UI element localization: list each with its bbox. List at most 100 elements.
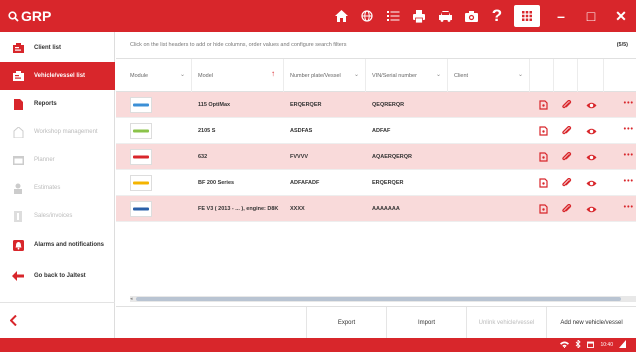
column-label: VIN/Serial number: [372, 73, 417, 79]
add-vehicle-button[interactable]: Add new vehicle/vessel: [546, 307, 636, 339]
import-button[interactable]: Import: [386, 307, 466, 339]
sidebar: Client list Vehicle/vessel list Reports …: [0, 32, 115, 338]
cell-plate: ADFAFADF: [290, 180, 320, 186]
sidebar-item-client-list[interactable]: Client list: [0, 34, 115, 62]
sidebar-item-label: Sales/invoices: [34, 212, 73, 219]
horizontal-scrollbar[interactable]: ◂: [130, 296, 636, 302]
home-icon[interactable]: [328, 0, 354, 32]
more-options-icon[interactable]: •••: [624, 126, 634, 133]
attachment-icon[interactable]: [560, 150, 574, 164]
list-hint: Click on the list headers to add or hide…: [130, 42, 347, 48]
cell-plate: ERQERQER: [290, 102, 322, 108]
cell-vin: QEQRERQR: [372, 102, 405, 108]
cell-vin: ADFAF: [372, 128, 391, 134]
workshop-icon: [12, 126, 24, 138]
view-icon[interactable]: [584, 202, 598, 216]
cell-model: FE V3 ( 2013 - ... ), engine: D8K: [198, 206, 279, 212]
column-label: Model: [198, 73, 213, 79]
arrow-left-icon: [12, 270, 24, 282]
module-logo: [130, 201, 152, 217]
list-icon[interactable]: [380, 0, 406, 32]
maximize-button[interactable]: □: [576, 0, 606, 32]
table-row[interactable]: FE V3 ( 2013 - ... ), engine: D8K XXXX AAA…: [116, 196, 636, 222]
sidebar-item-reports[interactable]: Reports: [0, 90, 115, 118]
module-logo: [130, 97, 152, 113]
attachment-icon[interactable]: [560, 98, 574, 112]
minimize-button[interactable]: –: [546, 0, 576, 32]
module-logo: [130, 175, 152, 191]
column-label: Client: [454, 73, 469, 79]
apps-grid-icon[interactable]: [514, 5, 540, 27]
column-header-client[interactable]: Client ⌄: [448, 59, 530, 93]
table-row[interactable]: 632 FVVVV AQAERQERQR •••: [116, 144, 636, 170]
battery-icon: [619, 340, 626, 350]
clock-time: 10:40: [600, 342, 613, 348]
attachment-icon[interactable]: [560, 202, 574, 216]
report-icon[interactable]: [536, 124, 550, 138]
table-row[interactable]: 115 OptiMax ERQERQER QEQRERQR •••: [116, 92, 636, 118]
sidebar-item-go-back[interactable]: Go back to Jaltest: [0, 262, 115, 290]
document-print-icon[interactable]: [406, 0, 432, 32]
view-icon[interactable]: [584, 98, 598, 112]
view-icon[interactable]: [584, 176, 598, 190]
table-row[interactable]: BF 200 Series ADFAFADF ERQERQER •••: [116, 170, 636, 196]
more-options-icon[interactable]: •••: [624, 100, 634, 107]
report-icon[interactable]: [536, 150, 550, 164]
more-options-icon[interactable]: •••: [624, 178, 634, 185]
report-icon[interactable]: [536, 202, 550, 216]
sidebar-item-label: Planner: [34, 156, 55, 163]
column-label: Module: [130, 73, 149, 79]
car-icon[interactable]: [432, 0, 458, 32]
cell-model: 2105 S: [198, 128, 216, 134]
scrollbar-thumb[interactable]: [136, 297, 621, 301]
client-list-icon: [12, 42, 24, 54]
sidebar-item-invoices: Sales/invoices: [0, 202, 115, 230]
chevron-left-icon: [10, 315, 17, 326]
record-count: (5/5): [616, 42, 628, 48]
sidebar-collapse-button[interactable]: [0, 302, 115, 338]
table-header: Module ⌄ Model ↑ Number plate/Vessel ⌄ V…: [116, 58, 636, 93]
view-icon[interactable]: [584, 150, 598, 164]
attachment-icon[interactable]: [560, 124, 574, 138]
chevron-down-icon: ⌄: [435, 72, 441, 78]
column-header-vin[interactable]: VIN/Serial number ⌄: [366, 59, 448, 93]
table-row[interactable]: 2105 S ASDFAS ADFAF •••: [116, 118, 636, 144]
globe-icon[interactable]: [354, 0, 380, 32]
report-icon[interactable]: [536, 98, 550, 112]
column-header-model[interactable]: Model ↑: [192, 59, 284, 93]
bottom-toolbar: Export Import Unlink vehicle/vessel Add …: [116, 306, 636, 339]
cell-plate: ASDFAS: [290, 128, 313, 134]
calendar-icon: [587, 341, 595, 350]
close-button[interactable]: ✕: [606, 0, 636, 32]
camera-icon[interactable]: [458, 0, 484, 32]
column-header-plate[interactable]: Number plate/Vessel ⌄: [284, 59, 366, 93]
cell-vin: AAAAAAA: [372, 206, 400, 212]
export-button[interactable]: Export: [306, 307, 386, 339]
view-icon[interactable]: [584, 124, 598, 138]
report-icon[interactable]: [536, 176, 550, 190]
more-options-icon[interactable]: •••: [624, 204, 634, 211]
status-bar: 10:40: [0, 338, 636, 352]
sidebar-item-label: Go back to Jaltest: [34, 272, 86, 279]
title-bar: GRP ? – □ ✕: [0, 0, 636, 32]
cell-vin: ERQERQER: [372, 180, 404, 186]
app-logo: GRP: [8, 8, 51, 24]
estimates-icon: [12, 182, 24, 194]
app-title: GRP: [21, 8, 52, 24]
cell-plate: XXXX: [290, 206, 305, 212]
column-header-module[interactable]: Module ⌄: [116, 59, 192, 93]
unlink-button: Unlink vehicle/vessel: [466, 307, 546, 339]
help-icon[interactable]: ?: [484, 0, 510, 32]
chevron-down-icon: ⌄: [179, 72, 185, 78]
wifi-icon: [560, 341, 570, 350]
bluetooth-icon: [575, 338, 582, 350]
sidebar-item-alarms[interactable]: Alarms and notifications: [0, 228, 115, 262]
more-options-icon[interactable]: •••: [624, 152, 634, 159]
scroll-left-icon[interactable]: ◂: [130, 296, 133, 302]
chevron-down-icon: ⌄: [517, 72, 523, 78]
sidebar-item-vehicle-list[interactable]: Vehicle/vessel list: [0, 62, 115, 90]
planner-icon: [12, 154, 24, 166]
sidebar-item-label: Client list: [34, 44, 62, 51]
attachment-icon[interactable]: [560, 176, 574, 190]
sidebar-item-label: Vehicle/vessel list: [34, 72, 86, 79]
